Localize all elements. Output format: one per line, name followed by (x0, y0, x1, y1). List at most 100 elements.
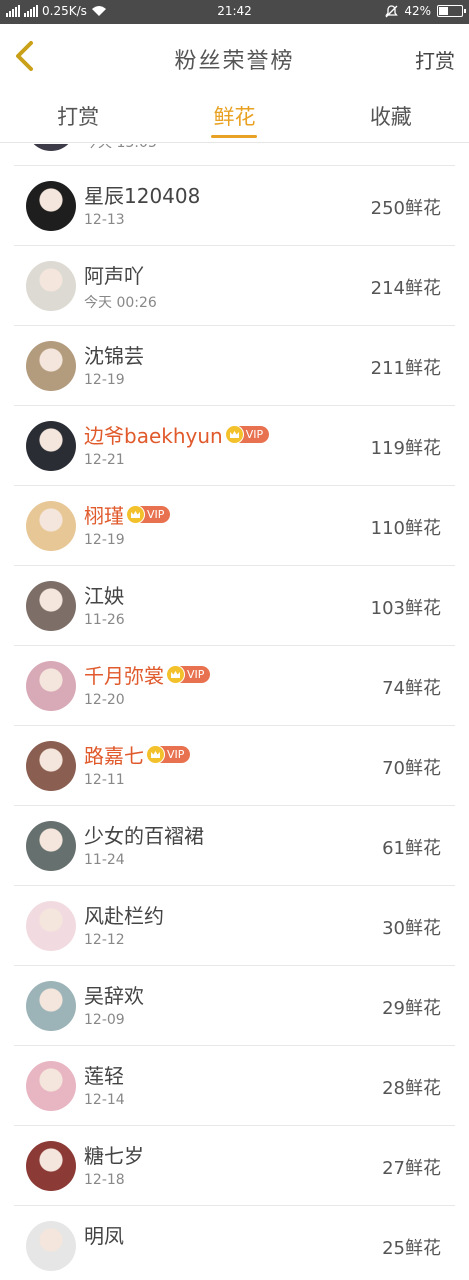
vip-label: VIP (167, 748, 185, 761)
flower-amount: 103鲜花 (370, 598, 441, 619)
flower-amount: 110鲜花 (370, 518, 441, 539)
flower-amount: 250鲜花 (370, 198, 441, 219)
flower-amount: 27鲜花 (382, 1158, 441, 1179)
fan-name: 少女的百褶裙 (84, 824, 204, 848)
fan-name: 明凤 (84, 1224, 124, 1248)
avatar[interactable] (26, 501, 76, 551)
fan-row[interactable]: 边爷baekhyun VIP 12-21 119鲜花 (14, 406, 455, 486)
vip-badge: VIP (146, 745, 191, 764)
status-bar: 0.25K/s 21:42 42% (0, 0, 469, 24)
fan-name: 糖七岁 (84, 1144, 144, 1168)
fan-name: 沈锦芸 (84, 344, 144, 368)
fan-list[interactable]: 江潇念VIP今天 13:03359鲜花星辰120408 12-13 250鲜花阿声吖… (0, 144, 469, 1280)
crown-icon (126, 505, 145, 524)
fan-date: 11-26 (84, 612, 125, 628)
fan-date: 12-18 (84, 1172, 125, 1188)
fan-name: 千月弥裳 (84, 664, 164, 688)
name-line: 星辰120408 (84, 180, 200, 209)
fan-date: 12-09 (84, 1012, 125, 1028)
vip-badge: VIP (224, 425, 270, 444)
fan-date: 12-19 (84, 532, 125, 548)
avatar[interactable] (26, 981, 76, 1031)
fan-row[interactable]: 千月弥裳 VIP 12-20 74鲜花 (14, 646, 455, 726)
mute-bell-icon (385, 4, 399, 17)
battery-percent: 42% (404, 4, 431, 18)
fan-row[interactable]: 江姎 11-26 103鲜花 (14, 566, 455, 646)
fan-name: 阿声吖 (84, 264, 144, 288)
crown-icon (146, 745, 165, 764)
flower-amount: 25鲜花 (382, 1238, 441, 1259)
avatar[interactable] (26, 1141, 76, 1191)
header: 粉丝荣誉榜 打赏 (0, 24, 469, 88)
fan-row[interactable]: 路嘉七 VIP 12-11 70鲜花 (14, 726, 455, 806)
fan-row[interactable]: 沈锦芸 12-19 211鲜花 (14, 326, 455, 406)
page-title: 粉丝荣誉榜 (174, 49, 295, 74)
fan-row[interactable]: 星辰120408 12-13 250鲜花 (14, 166, 455, 246)
avatar[interactable] (26, 1061, 76, 1111)
avatar[interactable] (26, 901, 76, 951)
avatar[interactable] (26, 821, 76, 871)
avatar[interactable] (26, 341, 76, 391)
fan-date: 今天 13:03 (84, 144, 157, 152)
fan-row[interactable]: 阿声吖 今天 00:26 214鲜花 (14, 246, 455, 326)
fan-date: 12-11 (84, 772, 125, 788)
tab-reward[interactable]: 打赏 (0, 88, 156, 142)
name-line: 吴辞欢 (84, 980, 144, 1009)
reward-button[interactable]: 打赏 (415, 45, 455, 74)
vip-badge: VIP (126, 505, 171, 524)
name-line: 江姎 (84, 580, 124, 609)
fan-date: 12-13 (84, 212, 125, 228)
fan-name: 江姎 (84, 584, 124, 608)
name-line: 路嘉七 VIP (84, 740, 191, 769)
flower-amount: 119鲜花 (370, 438, 441, 459)
name-line: 栩瑾 VIP (84, 500, 171, 529)
avatar[interactable] (26, 661, 76, 711)
avatar[interactable] (26, 421, 76, 471)
fan-name: 莲轻 (84, 1064, 124, 1088)
flower-amount: 30鲜花 (382, 918, 441, 939)
fan-name: 边爷baekhyun (84, 424, 223, 448)
name-line: 边爷baekhyun VIP (84, 420, 270, 449)
fan-name: 栩瑾 (84, 504, 124, 528)
vip-label: VIP (187, 668, 205, 681)
flower-amount: 74鲜花 (382, 678, 441, 699)
battery-fill (439, 7, 448, 15)
fan-name: 吴辞欢 (84, 984, 144, 1008)
flower-amount: 28鲜花 (382, 1078, 441, 1099)
fan-row[interactable]: 明凤 25鲜花 (14, 1206, 455, 1280)
fan-list-inner: 江潇念VIP今天 13:03359鲜花星辰120408 12-13 250鲜花阿声吖… (0, 144, 469, 1280)
tab-favorites[interactable]: 收藏 (313, 88, 469, 142)
fan-row[interactable]: 吴辞欢 12-09 29鲜花 (14, 966, 455, 1046)
avatar[interactable] (26, 741, 76, 791)
vip-badge: VIP (166, 665, 211, 684)
name-line: 沈锦芸 (84, 340, 144, 369)
fan-date: 11-24 (84, 852, 125, 868)
battery-icon (437, 5, 466, 17)
fan-date: 12-20 (84, 692, 125, 708)
name-line: 明凤 (84, 1220, 124, 1249)
fan-row[interactable]: 糖七岁 12-18 27鲜花 (14, 1126, 455, 1206)
fan-row[interactable]: 风赴栏约 12-12 30鲜花 (14, 886, 455, 966)
vip-label: VIP (245, 428, 264, 441)
fan-name: 星辰120408 (84, 184, 201, 208)
fan-date: 12-19 (84, 372, 125, 388)
avatar[interactable] (26, 181, 76, 231)
avatar[interactable] (26, 1221, 76, 1271)
fan-row[interactable]: 莲轻 12-14 28鲜花 (14, 1046, 455, 1126)
flower-amount: 211鲜花 (370, 358, 441, 379)
avatar[interactable] (26, 261, 76, 311)
status-right: 42% (385, 4, 466, 18)
fan-name: 路嘉七 (84, 744, 144, 768)
avatar[interactable] (26, 581, 76, 631)
avatar[interactable] (26, 144, 76, 151)
tab-flowers[interactable]: 鲜花 (156, 88, 312, 142)
fan-row[interactable]: 栩瑾 VIP 12-19 110鲜花 (14, 486, 455, 566)
name-line: 糖七岁 (84, 1140, 144, 1169)
fan-row[interactable]: 少女的百褶裙 11-24 61鲜花 (14, 806, 455, 886)
name-line: 千月弥裳 VIP (84, 660, 211, 689)
tab-bar: 打赏 鲜花 收藏 (0, 88, 469, 143)
name-line: 阿声吖 (84, 260, 144, 289)
fan-row[interactable]: 江潇念VIP今天 13:03359鲜花 (14, 144, 455, 166)
flower-amount: 61鲜花 (382, 838, 441, 859)
name-line: 莲轻 (84, 1060, 124, 1089)
